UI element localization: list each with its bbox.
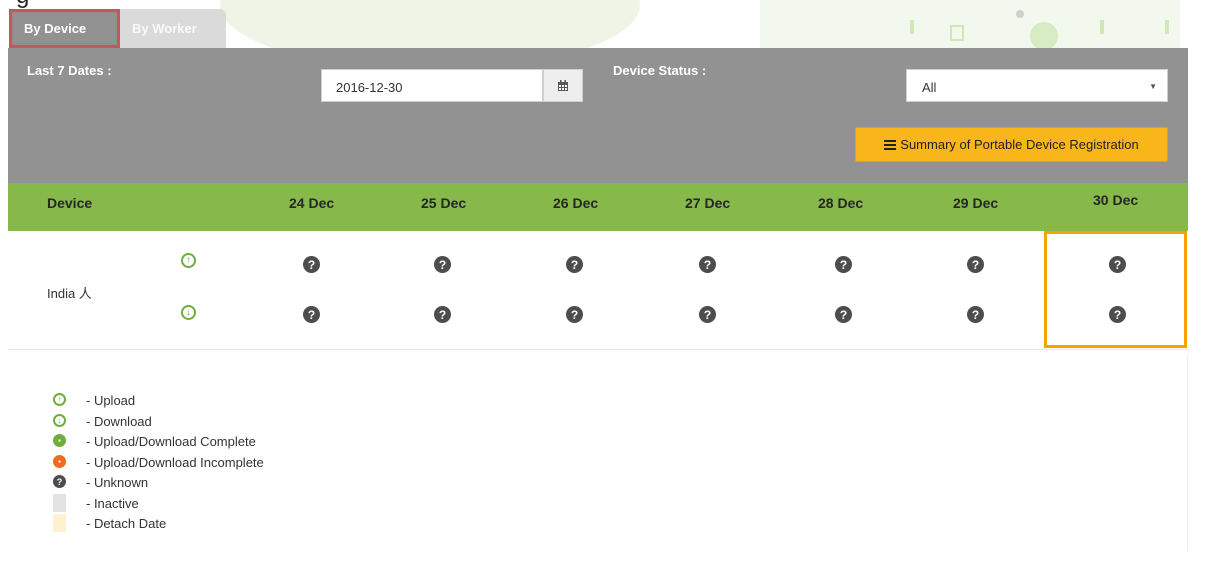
- highlight-box: [1044, 231, 1187, 348]
- date-column-header: 25 Dec: [421, 195, 467, 211]
- device-table-body: India 人 ↑ ↓ ? ? ? ? ? ? ? ? ? ? ? ? ? ?: [8, 231, 1188, 350]
- complete-icon: ▪: [53, 434, 66, 447]
- date-column-header: 30 Dec: [1093, 192, 1139, 208]
- table-header: Device 24 Dec 25 Dec 26 Dec 27 Dec 28 De…: [8, 183, 1188, 231]
- device-status-value: All: [922, 80, 937, 95]
- tab-by-device-label: By Device: [24, 21, 87, 36]
- device-status-select[interactable]: All ▼: [906, 69, 1168, 102]
- unknown-status-icon[interactable]: ?: [967, 306, 984, 323]
- divider: [1187, 355, 1188, 550]
- legend-label: - Detach Date: [86, 516, 167, 531]
- tab-by-worker-label: By Worker: [132, 21, 197, 36]
- unknown-status-icon[interactable]: ?: [434, 306, 451, 323]
- unknown-status-icon[interactable]: ?: [699, 306, 716, 323]
- upload-icon[interactable]: ↑: [181, 253, 196, 268]
- date-column-header: 29 Dec: [953, 195, 999, 211]
- unknown-status-icon[interactable]: ?: [303, 256, 320, 273]
- unknown-status-icon[interactable]: ?: [566, 306, 583, 323]
- date-input[interactable]: 2016-12-30: [321, 69, 543, 102]
- date-column-header: 24 Dec: [289, 195, 335, 211]
- incomplete-icon: ▪: [53, 454, 66, 468]
- legend-label: - Upload/Download Incomplete: [86, 454, 264, 470]
- list-icon: [884, 139, 897, 150]
- unknown-status-icon[interactable]: ?: [967, 256, 984, 273]
- detach-swatch: [53, 514, 66, 532]
- calendar-icon: [558, 79, 568, 91]
- unknown-status-icon[interactable]: ?: [835, 306, 852, 323]
- summary-button-label: Summary of Portable Device Registration: [900, 137, 1139, 152]
- unknown-status-icon[interactable]: ?: [566, 256, 583, 273]
- legend-label: - Download: [86, 413, 152, 429]
- legend-label: - Upload: [86, 393, 136, 408]
- tab-by-worker[interactable]: By Worker: [120, 9, 226, 48]
- date-column-header: 26 Dec: [553, 195, 599, 211]
- filter-panel: Last 7 Dates : 2016-12-30 Device Status …: [8, 48, 1188, 183]
- legend-label: - Unknown: [86, 475, 149, 490]
- device-column-header: Device: [47, 195, 93, 211]
- unknown-status-icon[interactable]: ?: [303, 306, 320, 323]
- download-icon: ↓: [53, 413, 66, 427]
- tab-by-device[interactable]: By Device: [9, 9, 120, 48]
- device-name: India 人: [47, 286, 92, 301]
- last-7-dates-label: Last 7 Dates :: [27, 63, 112, 78]
- unknown-status-icon[interactable]: ?: [434, 256, 451, 273]
- download-icon[interactable]: ↓: [181, 305, 196, 320]
- upload-icon: ↑: [53, 393, 66, 406]
- unknown-status-icon[interactable]: ?: [835, 256, 852, 273]
- legend-label: - Inactive: [86, 495, 139, 511]
- legend-label: - Upload/Download Complete: [86, 434, 256, 449]
- calendar-button[interactable]: [543, 69, 583, 102]
- unknown-status-icon[interactable]: ?: [699, 256, 716, 273]
- date-input-value: 2016-12-30: [336, 80, 403, 95]
- unknown-icon: ?: [53, 475, 66, 488]
- summary-button[interactable]: Summary of Portable Device Registration: [855, 127, 1168, 162]
- inactive-swatch: [53, 493, 66, 512]
- date-column-header: 27 Dec: [685, 195, 731, 211]
- chevron-down-icon: ▼: [1149, 82, 1157, 91]
- date-column-header: 28 Dec: [818, 195, 864, 211]
- device-status-label: Device Status :: [613, 63, 707, 78]
